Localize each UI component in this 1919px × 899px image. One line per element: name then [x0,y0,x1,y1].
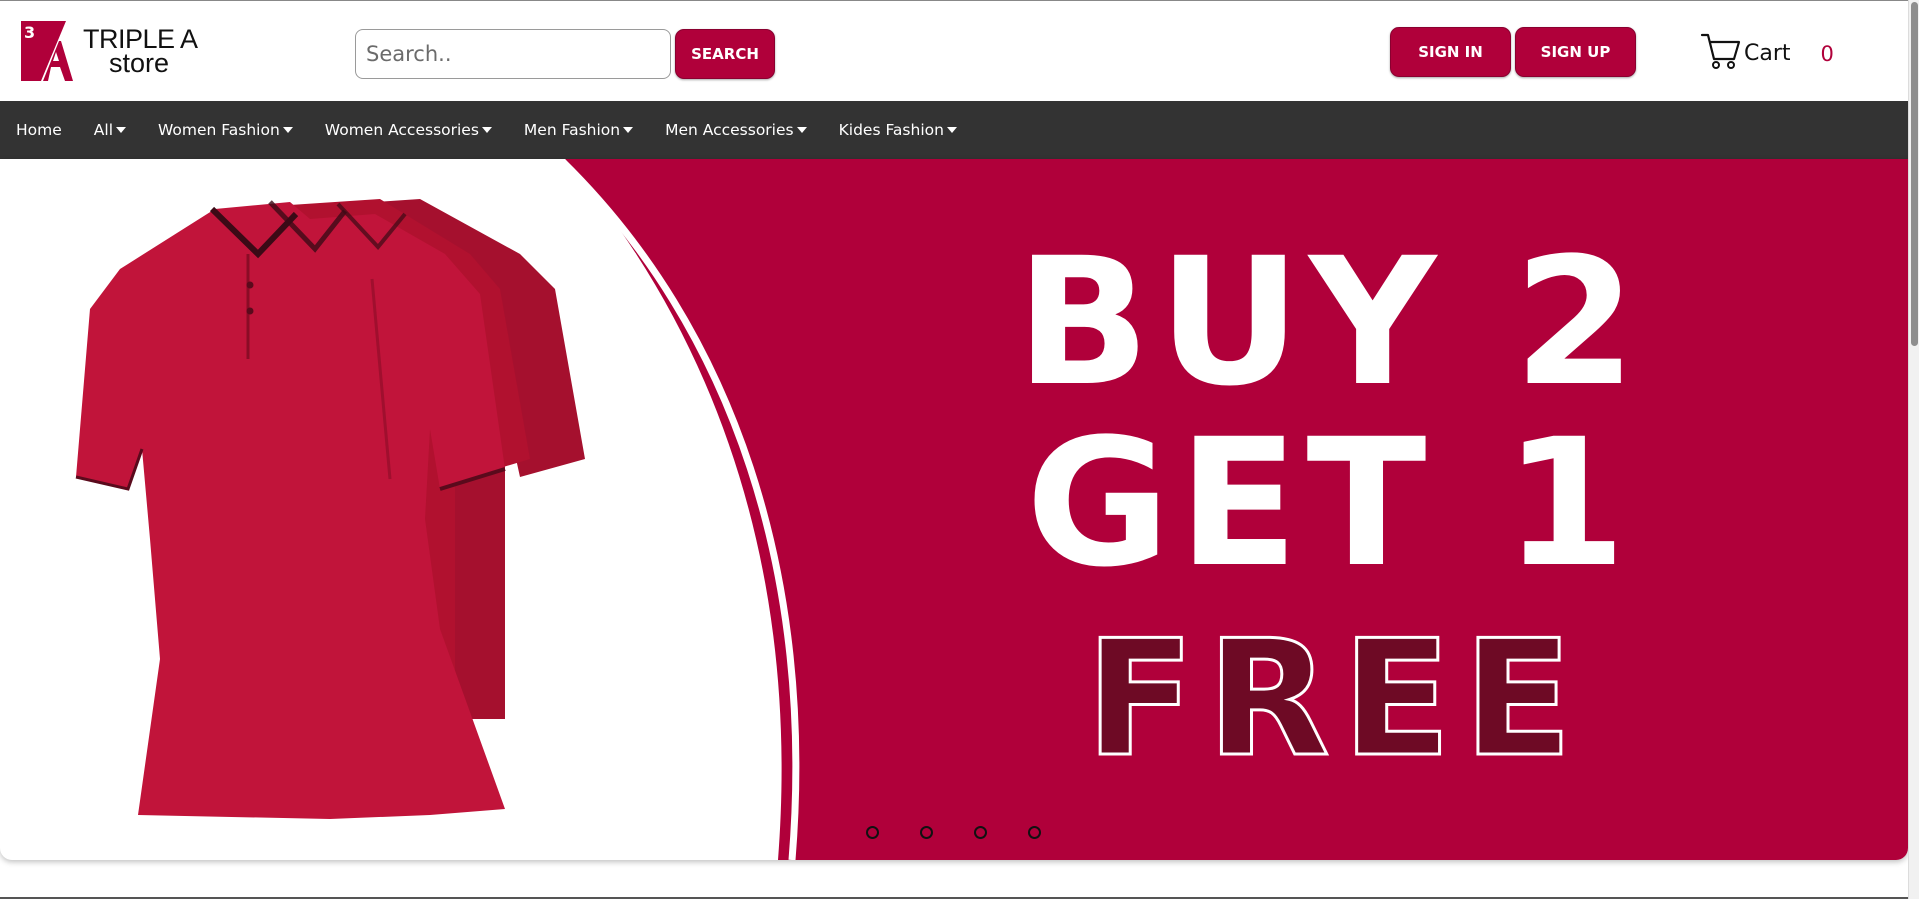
nav-item-men-accessories[interactable]: Men Accessories [665,121,807,139]
nav-item-label: All [93,121,113,139]
sign-in-button[interactable]: SIGN IN [1390,27,1511,77]
carousel-dot-4[interactable] [1028,826,1041,839]
nav-item-women-fashion[interactable]: Women Fashion [158,121,293,139]
brand-name: TRIPLE A store [83,26,198,78]
carousel-dot-3[interactable] [974,826,987,839]
carousel-indicators [866,826,1082,839]
brand-line-2: store [109,48,170,78]
nav-item-home[interactable]: Home [16,121,62,139]
nav-item-label: Women Fashion [158,121,280,139]
cart-link[interactable]: Cart 0 [1700,31,1834,76]
hero-line-3: FREE [1085,605,1584,792]
logo-mark-icon: 3 [21,21,79,81]
main-nav: Home All Women Fashion Women Accessories… [0,101,1908,159]
nav-item-label: Home [16,121,62,139]
search-input[interactable] [355,29,671,79]
nav-item-label: Kides Fashion [838,121,944,139]
hero-line-2: GET 1 [1026,401,1634,606]
hero-carousel[interactable]: BUY 2 GET 1 FREE [0,159,1908,860]
cart-icon [1700,31,1742,76]
caret-down-icon [623,127,634,133]
caret-down-icon [946,127,957,133]
nav-item-label: Men Fashion [523,121,621,139]
svg-text:3: 3 [24,23,35,42]
carousel-dot-1[interactable] [866,826,879,839]
carousel-dot-2[interactable] [920,826,933,839]
nav-item-label: Men Accessories [665,121,794,139]
nav-item-men-fashion[interactable]: Men Fashion [523,121,634,139]
polo-shirt-image [75,199,585,819]
scrollbar-thumb[interactable] [1911,2,1918,346]
caret-down-icon [481,127,492,133]
caret-down-icon [282,127,293,133]
nav-item-women-accessories[interactable]: Women Accessories [325,121,492,139]
page: 3 TRIPLE A store SEARCH SIGN IN SIGN UP … [0,0,1919,899]
hero-line-1: BUY 2 [1016,220,1644,425]
search-button[interactable]: SEARCH [675,29,775,79]
cart-count-badge: 0 [1820,41,1834,66]
nav-item-kides-fashion[interactable]: Kides Fashion [839,121,957,139]
hero-banner-image: BUY 2 GET 1 FREE [75,159,1908,860]
site-header: 3 TRIPLE A store SEARCH SIGN IN SIGN UP … [0,0,1908,101]
vertical-scrollbar[interactable] [1908,0,1919,899]
caret-down-icon [796,127,807,133]
caret-down-icon [116,127,126,133]
cart-label: Cart [1744,41,1791,66]
nav-item-all[interactable]: All [94,121,126,139]
nav-item-label: Women Accessories [324,121,479,139]
brand-logo[interactable]: 3 TRIPLE A store [21,21,198,81]
sign-up-button[interactable]: SIGN UP [1515,27,1636,77]
